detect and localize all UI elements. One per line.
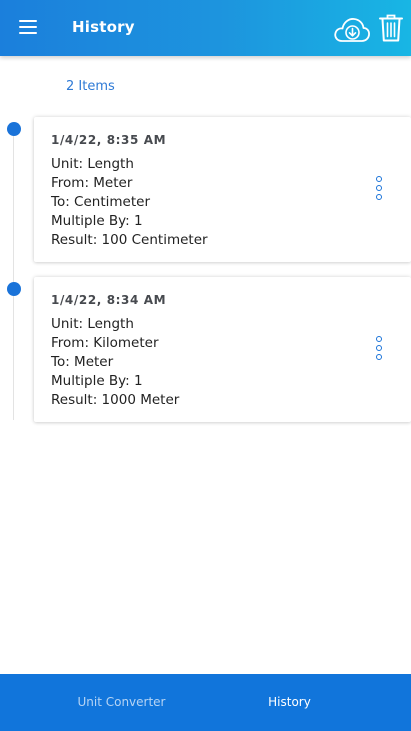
trash-icon[interactable] xyxy=(378,12,404,44)
tab-history[interactable]: History xyxy=(187,674,392,731)
history-to: To: Meter xyxy=(51,354,114,370)
history-result: Result: 1000 Meter xyxy=(51,392,180,408)
history-to: To: Centimeter xyxy=(51,194,150,210)
history-card[interactable]: 1/4/22, 8:35 AM Unit: Length From: Meter… xyxy=(34,117,411,262)
timeline-line xyxy=(13,130,14,420)
page-title: History xyxy=(72,18,135,36)
items-count: 2 Items xyxy=(66,79,115,94)
history-unit: Unit: Length xyxy=(51,316,134,332)
more-options-icon[interactable] xyxy=(373,335,385,363)
history-card[interactable]: 1/4/22, 8:34 AM Unit: Length From: Kilom… xyxy=(34,277,411,422)
history-multiple: Multiple By: 1 xyxy=(51,213,143,229)
history-result: Result: 100 Centimeter xyxy=(51,232,208,248)
history-multiple: Multiple By: 1 xyxy=(51,373,143,389)
history-from: From: Meter xyxy=(51,175,133,191)
history-date: 1/4/22, 8:35 AM xyxy=(51,133,167,147)
more-options-icon[interactable] xyxy=(373,175,385,203)
timeline-dot-icon xyxy=(7,282,21,296)
timeline-dot-icon xyxy=(7,122,21,136)
history-unit: Unit: Length xyxy=(51,156,134,172)
hamburger-menu-icon[interactable] xyxy=(18,17,40,39)
app-bar: History xyxy=(0,0,411,56)
history-from: From: Kilometer xyxy=(51,335,159,351)
history-date: 1/4/22, 8:34 AM xyxy=(51,293,167,307)
bottom-navigation: Unit Converter History xyxy=(0,674,411,731)
cloud-download-icon[interactable] xyxy=(333,14,371,44)
